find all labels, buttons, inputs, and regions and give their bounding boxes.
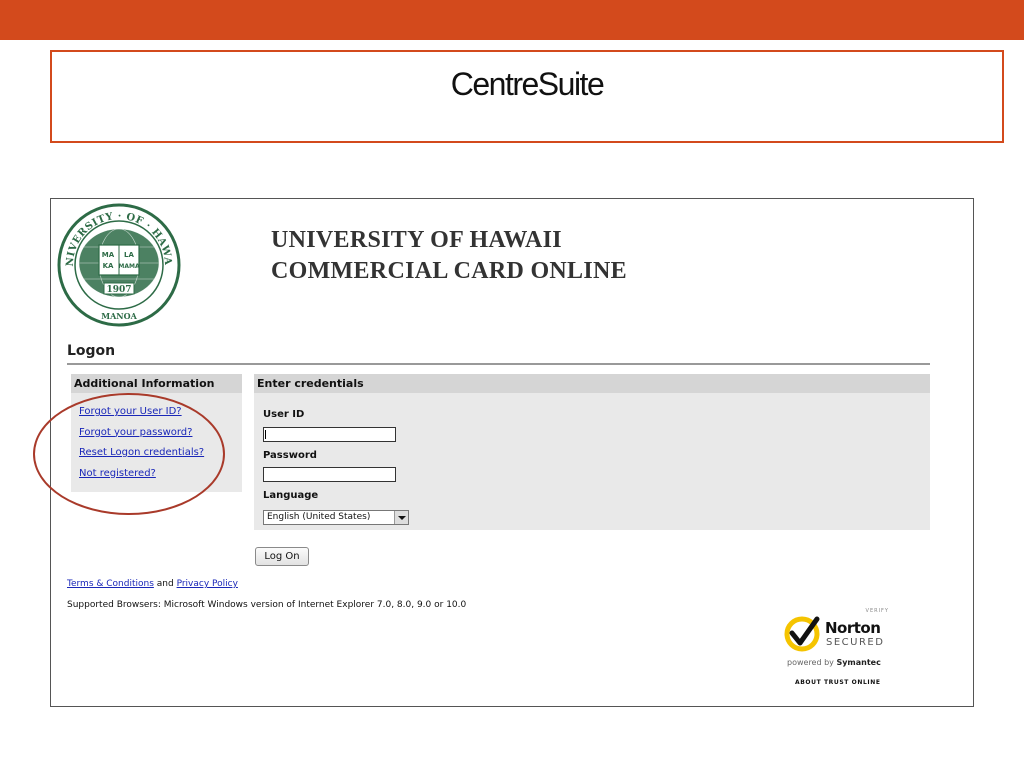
norton-name: Norton	[825, 619, 881, 637]
language-selected-value: English (United States)	[267, 512, 371, 522]
password-input[interactable]	[263, 467, 396, 482]
list-item: Not registered?	[79, 461, 242, 482]
list-item: Reset Logon credentials?	[79, 440, 242, 461]
university-seal-icon: UNIVERSITY · OF · HAWAII MA KA LA MAMA 1…	[57, 203, 181, 327]
norton-secured-badge[interactable]: VERIFY Norton SECURED powered by Symante…	[779, 605, 899, 686]
forgot-user-id-link[interactable]: Forgot your User ID?	[79, 406, 182, 417]
forgot-password-link[interactable]: Forgot your password?	[79, 427, 192, 438]
credentials-panel: Enter credentials User ID Password Langu…	[254, 374, 930, 530]
list-item: Forgot your User ID?	[79, 399, 242, 420]
dropdown-arrow-icon[interactable]	[394, 511, 408, 524]
norton-verify-text: VERIFY	[865, 608, 889, 614]
reset-logon-credentials-link[interactable]: Reset Logon credentials?	[79, 447, 204, 458]
additional-info-panel: Additional Information Forgot your User …	[71, 374, 242, 492]
slide-title-box: CentreSuite	[50, 50, 1004, 143]
credentials-title: Enter credentials	[254, 374, 930, 393]
norton-powered-by: powered by Symantec	[787, 658, 881, 667]
additional-info-title: Additional Information	[71, 374, 242, 393]
login-screenshot: UNIVERSITY · OF · HAWAII MA KA LA MAMA 1…	[50, 198, 974, 707]
language-label: Language	[263, 490, 319, 501]
user-id-label: User ID	[263, 409, 305, 420]
seal-book-text-2: KA	[103, 262, 114, 270]
logon-divider	[67, 363, 930, 365]
seal-campus: MANOA	[101, 311, 137, 321]
supported-browsers-text: Supported Browsers: Microsoft Windows ve…	[67, 600, 467, 610]
site-heading: UNIVERSITY OF HAWAII COMMERCIAL CARD ONL…	[271, 225, 627, 287]
seal-book-text-1: MA	[102, 251, 115, 259]
norton-secured-text: SECURED	[826, 637, 885, 648]
text-cursor	[265, 430, 266, 439]
seal-book-text-3: LA	[124, 251, 134, 259]
footer-and-text: and	[156, 579, 174, 589]
list-item: Forgot your password?	[79, 420, 242, 441]
terms-conditions-link[interactable]: Terms & Conditions	[67, 579, 154, 589]
log-on-button[interactable]: Log On	[255, 547, 309, 566]
slide-title: CentreSuite	[450, 66, 605, 102]
norton-checkmark-icon	[784, 616, 820, 652]
seal-book-text-4: MAMA	[118, 263, 140, 270]
about-trust-online-link[interactable]: ABOUT TRUST ONLINE	[795, 679, 881, 686]
logon-title: Logon	[67, 343, 116, 359]
top-accent-bar	[0, 0, 1024, 40]
seal-year: 1907	[106, 285, 131, 295]
powered-by-text: powered by	[787, 658, 834, 667]
password-label: Password	[263, 450, 317, 461]
privacy-policy-link[interactable]: Privacy Policy	[177, 579, 238, 589]
additional-info-links: Forgot your User ID? Forgot your passwor…	[71, 393, 242, 481]
symantec-text: Symantec	[836, 658, 881, 667]
heading-line-1: UNIVERSITY OF HAWAII	[271, 227, 562, 253]
footer-links: Terms & Conditions and Privacy Policy	[67, 579, 238, 589]
user-id-input[interactable]	[263, 427, 396, 442]
heading-line-2: COMMERCIAL CARD ONLINE	[271, 258, 627, 284]
language-select[interactable]: English (United States)	[263, 510, 409, 525]
not-registered-link[interactable]: Not registered?	[79, 468, 156, 479]
